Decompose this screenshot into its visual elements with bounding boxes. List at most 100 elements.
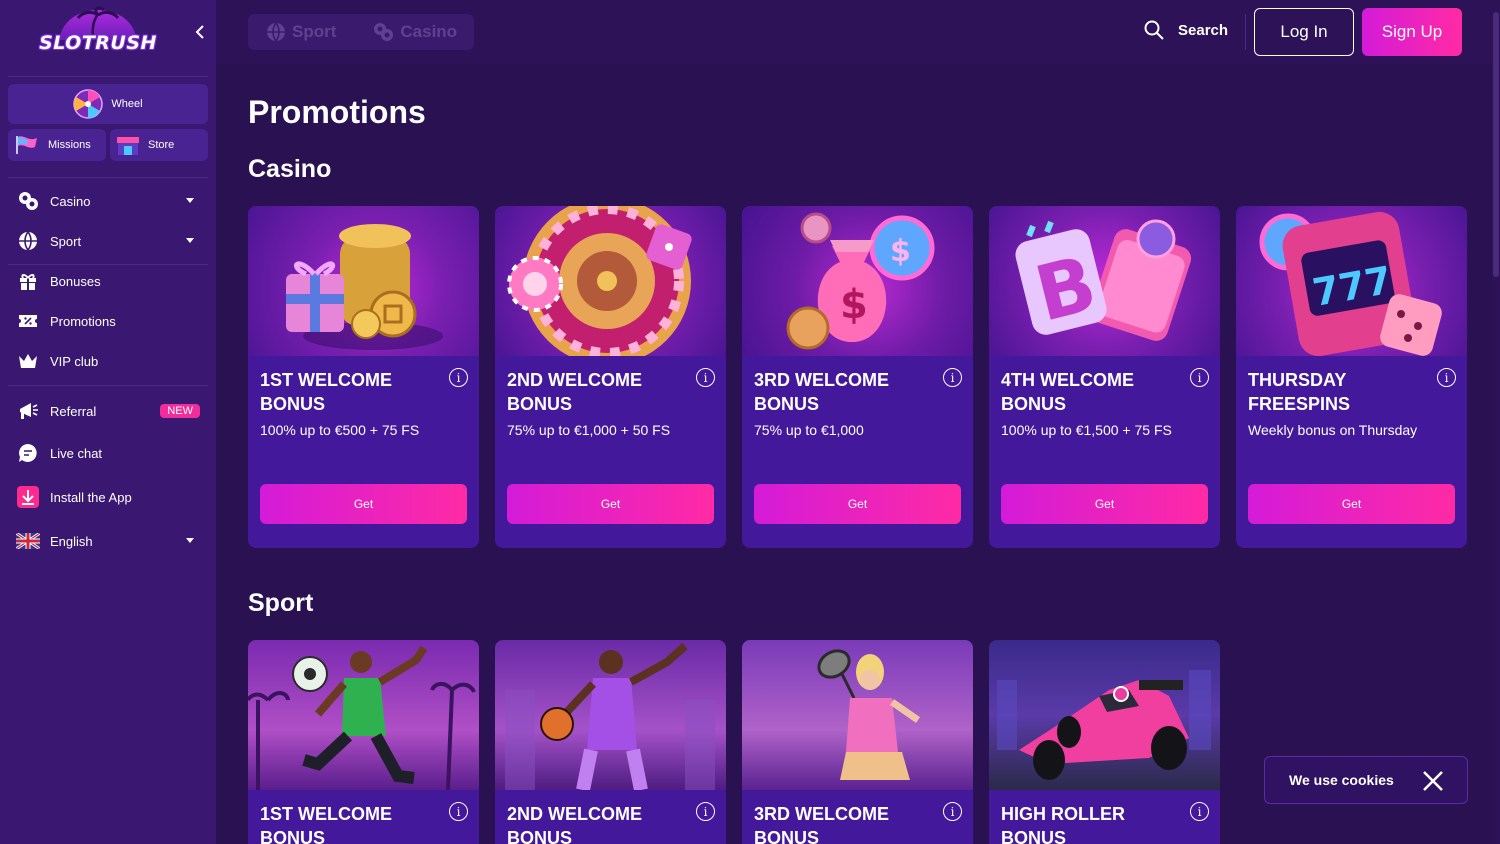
- info-icon[interactable]: i: [696, 368, 715, 387]
- sidebar-item-label: Promotions: [50, 313, 116, 329]
- card-title: 3RD WELCOME BONUS: [754, 804, 889, 844]
- promo-card: 2ND WELCOME BONUS i: [495, 640, 726, 844]
- sidebar-item-label: Referral: [50, 403, 97, 419]
- sidebar-item-referral[interactable]: Referral NEW: [8, 393, 208, 429]
- info-icon[interactable]: i: [1190, 802, 1209, 821]
- formula-race-car-image: [989, 640, 1220, 790]
- collapse-sidebar-button[interactable]: [188, 20, 212, 44]
- promo-card: 2ND WELCOME BONUS i 75% up to €1,000 + 5…: [495, 206, 726, 548]
- store-icon: [117, 137, 139, 155]
- roulette-wheel-image: [495, 206, 726, 356]
- get-bonus-button[interactable]: Get: [507, 484, 714, 524]
- bitcoin-wallet-image: B: [989, 206, 1220, 356]
- chevron-down-icon: [186, 198, 194, 203]
- uk-flag-icon: [16, 529, 40, 553]
- wheel-button[interactable]: Wheel: [8, 84, 208, 124]
- divider: [8, 76, 208, 77]
- divider: [8, 385, 208, 386]
- search-button[interactable]: Search: [1144, 20, 1228, 40]
- promo-card: 3RD WELCOME BONUS i: [742, 640, 973, 844]
- close-icon[interactable]: [1421, 769, 1445, 793]
- chat-icon: [16, 441, 40, 465]
- login-button[interactable]: Log In: [1254, 8, 1354, 56]
- cookie-banner: We use cookies: [1264, 756, 1468, 804]
- tennis-player-image: [742, 640, 973, 790]
- info-icon[interactable]: i: [1437, 368, 1456, 387]
- chevron-down-icon: [186, 538, 194, 543]
- card-title: 1ST WELCOME BONUS: [260, 370, 393, 414]
- sidebar-item-bonuses[interactable]: Bonuses: [8, 263, 208, 299]
- signup-button[interactable]: Sign Up: [1362, 8, 1462, 56]
- get-bonus-button[interactable]: Get: [754, 484, 961, 524]
- missions-button[interactable]: Missions: [8, 129, 106, 161]
- promo-card: 1ST WELCOME BONUS i 100% up to €500 + 75…: [248, 206, 479, 548]
- sidebar-item-vip-club[interactable]: VIP club: [8, 343, 208, 379]
- sidebar-item-label: Install the App: [50, 489, 132, 505]
- sidebar-item-label: Bonuses: [50, 273, 101, 289]
- new-badge: NEW: [160, 404, 200, 418]
- top-bar: Sport Casino Search Log In Sign Up: [216, 0, 1500, 844]
- sidebar-item-label: Live chat: [50, 445, 103, 461]
- store-button[interactable]: Store: [110, 129, 208, 161]
- search-label: Search: [1178, 21, 1229, 39]
- slotrush-logo[interactable]: SLOTRUSH: [38, 6, 158, 60]
- casino-chips-icon: [374, 23, 394, 41]
- search-icon: [1144, 20, 1164, 40]
- promo-card: 1ST WELCOME BONUS i: [248, 640, 479, 844]
- info-icon[interactable]: i: [696, 802, 715, 821]
- promo-card: HIGH ROLLER BONUS i: [989, 640, 1220, 844]
- money-bag-image: $ $: [742, 206, 973, 356]
- promo-card: 777 THURSDAY FREESPINS i Weekly bonus on…: [1236, 206, 1467, 548]
- crown-icon: [16, 349, 40, 373]
- card-description: 100% up to €1,500 + 75 FS: [1001, 422, 1172, 438]
- sidebar-item-label: English: [50, 533, 93, 549]
- scrollbar-thumb[interactable]: [1493, 12, 1499, 277]
- tab-sport[interactable]: Sport: [266, 22, 336, 42]
- missions-label: Missions: [48, 139, 91, 151]
- tab-label: Casino: [400, 22, 458, 41]
- fortune-wheel-icon: [73, 89, 104, 119]
- get-bonus-button[interactable]: Get: [260, 484, 467, 524]
- gift-icon: [16, 269, 40, 293]
- sidebar-item-promotions[interactable]: Promotions: [8, 303, 208, 339]
- soccer-player-image: [248, 640, 479, 790]
- card-description: 100% up to €500 + 75 FS: [260, 422, 420, 438]
- gift-and-coin-jar-image: [248, 206, 479, 356]
- cookie-text: We use cookies: [1289, 772, 1394, 788]
- sidebar-item-install-app[interactable]: Install the App: [8, 479, 208, 515]
- info-icon[interactable]: i: [449, 802, 468, 821]
- info-icon[interactable]: i: [943, 802, 962, 821]
- svg-text:$: $: [890, 234, 911, 269]
- get-bonus-button[interactable]: Get: [1248, 484, 1455, 524]
- language-selector[interactable]: English: [8, 523, 208, 559]
- promo-card: $ $ 3RD WELCOME BONUS i 75% up to €1,000…: [742, 206, 973, 548]
- sport-ball-icon: [267, 22, 285, 42]
- section-title-casino: Casino: [248, 155, 332, 183]
- wheel-label: Wheel: [111, 98, 143, 110]
- info-icon[interactable]: i: [449, 368, 468, 387]
- divider: [1245, 14, 1246, 50]
- card-title: HIGH ROLLER BONUS: [1001, 804, 1125, 844]
- get-bonus-button[interactable]: Get: [1001, 484, 1208, 524]
- sidebar-item-label: Sport: [50, 233, 82, 249]
- sidebar-item-casino[interactable]: Casino: [8, 183, 208, 219]
- info-icon[interactable]: i: [1190, 368, 1209, 387]
- sidebar-item-live-chat[interactable]: Live chat: [8, 435, 208, 471]
- card-title: 3RD WELCOME BONUS: [754, 370, 889, 414]
- flag-icon: [16, 136, 37, 154]
- card-title: 1ST WELCOME BONUS: [260, 804, 393, 844]
- promo-card: B 4TH WELCOME BONUS i 100% up to €1,500 …: [989, 206, 1220, 548]
- tab-casino[interactable]: Casino: [372, 22, 457, 42]
- scrollbar[interactable]: [1492, 0, 1500, 844]
- card-title: 2ND WELCOME BONUS: [507, 370, 642, 414]
- info-icon[interactable]: i: [943, 368, 962, 387]
- card-description: 75% up to €1,000 + 50 FS: [507, 422, 671, 438]
- sidebar: SLOTRUSH Wheel Missions Store Casino Spo…: [0, 0, 216, 844]
- page-title: Promotions: [248, 94, 426, 130]
- sidebar-item-sport[interactable]: Sport: [8, 223, 208, 259]
- logo-text: SLOTRUSH: [39, 32, 157, 54]
- casino-chips-icon: [16, 189, 40, 213]
- product-tabs: Sport Casino: [248, 14, 474, 50]
- card-description: 75% up to €1,000: [754, 422, 864, 438]
- sidebar-item-label: Casino: [50, 193, 91, 209]
